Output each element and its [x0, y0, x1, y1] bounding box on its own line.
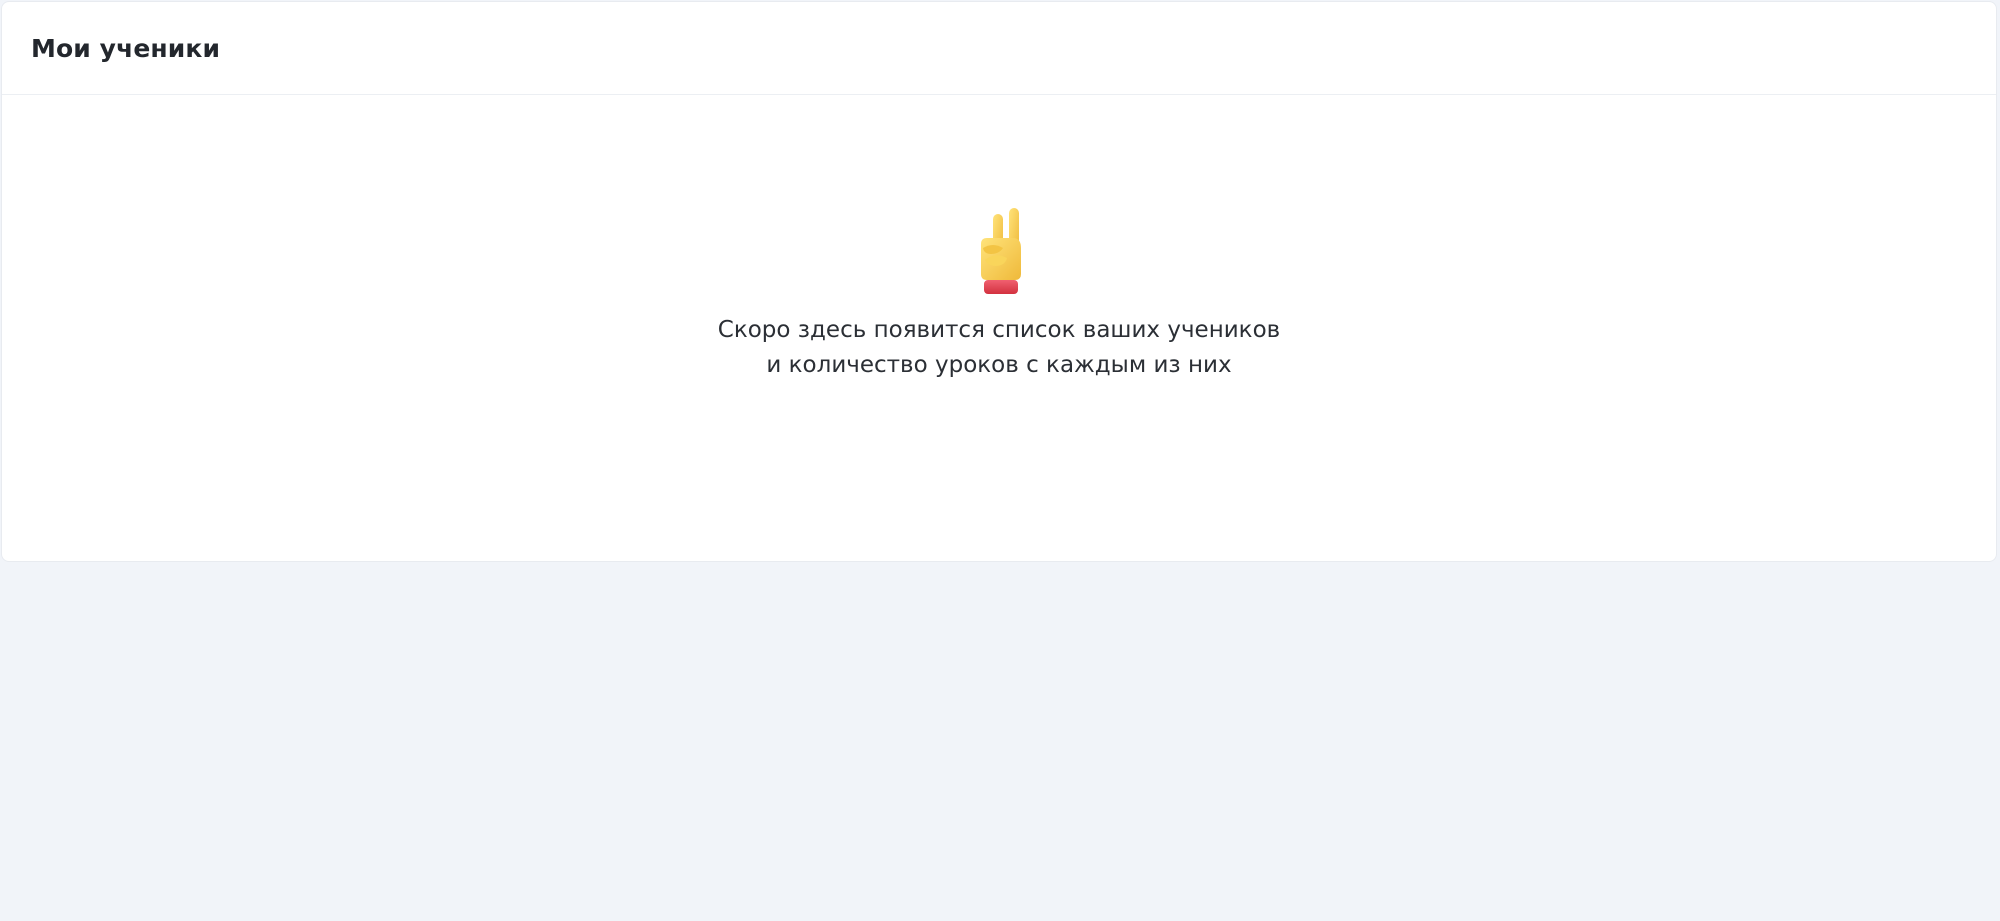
card-header: Мои ученики: [2, 2, 1996, 95]
students-card: Мои ученики Скоро здесь появится список …: [1, 1, 1997, 562]
empty-state-message: Скоро здесь появится список ваших ученик…: [718, 313, 1280, 383]
empty-state-line-1: Скоро здесь появится список ваших ученик…: [717, 317, 1281, 343]
empty-state: Скоро здесь появится список ваших ученик…: [2, 202, 1996, 383]
page-title: Мои ученики: [31, 33, 221, 63]
victory-hand-icon: [969, 202, 1029, 298]
empty-state-line-2: и количество уроков с каждым из них: [766, 352, 1232, 378]
